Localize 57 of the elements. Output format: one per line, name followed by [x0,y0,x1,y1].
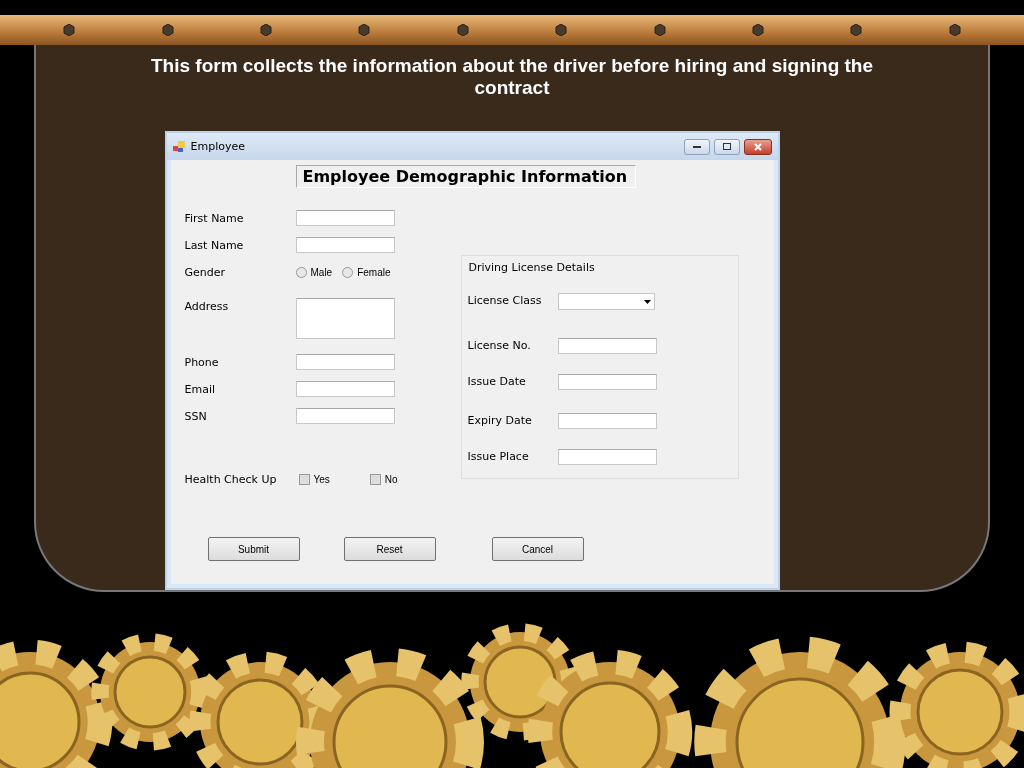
field-label: Address [184,299,230,313]
close-icon [753,142,762,151]
field-label: License Class [467,293,543,307]
form-heading: Employee Demographic Information [295,165,636,188]
bolt-icon [751,24,764,36]
field-label: Issue Place [467,449,530,463]
text-field[interactable] [295,237,395,253]
text-field[interactable] [557,413,657,429]
text-field[interactable] [295,354,395,370]
text-field[interactable] [295,210,395,226]
group-title: Driving License Details [467,261,596,274]
text-field[interactable] [557,374,657,390]
field-label: Last Name [184,238,245,252]
app-icon [172,140,187,153]
field-label: Phone [184,355,220,369]
field-label: Issue Date [467,374,527,388]
form-button[interactable]: Reset [343,537,436,561]
text-field[interactable] [295,381,395,397]
dropdown-field[interactable] [557,293,655,310]
form-button[interactable]: Submit [207,537,300,561]
field-label: Email [184,382,217,396]
field-label: Expiry Date [467,413,533,427]
radio-label: Female [357,267,391,278]
minimize-button[interactable] [683,138,710,155]
bolt-icon [456,24,469,36]
field-label: SSN [184,409,208,423]
form-button[interactable]: Cancel [491,537,584,561]
checkbox[interactable] [298,474,310,485]
field-label: License No. [467,338,532,352]
address-field[interactable] [295,298,395,339]
checkbox[interactable] [369,474,381,485]
text-field[interactable] [557,449,657,465]
field-label: Health Check Up [184,472,278,486]
bolt-icon [555,24,568,36]
bolt-icon [161,24,174,36]
maximize-button[interactable] [713,138,740,155]
radio-button[interactable] [342,267,354,278]
slide-caption: This form collects the information about the driver before hiring and signing the contract [149,55,875,99]
minimize-icon [692,145,701,148]
maximize-icon [722,143,731,150]
text-field[interactable] [295,408,395,424]
window-title: Employee [190,140,246,153]
close-button[interactable] [743,138,772,155]
field-label: First Name [184,211,245,225]
checkbox-label: Yes [313,474,330,485]
bolt-icon [259,24,272,36]
radio-button[interactable] [295,267,307,278]
radio-label: Male [310,267,333,278]
bolt-icon [948,24,961,36]
field-label: Gender [184,265,227,279]
bolt-icon [653,24,666,36]
text-field[interactable] [557,338,657,354]
bolt-icon [63,24,76,36]
caret-icon [643,299,651,304]
bolt-icon [850,24,863,36]
checkbox-label: No [384,474,398,485]
bolt-icon [358,24,371,36]
